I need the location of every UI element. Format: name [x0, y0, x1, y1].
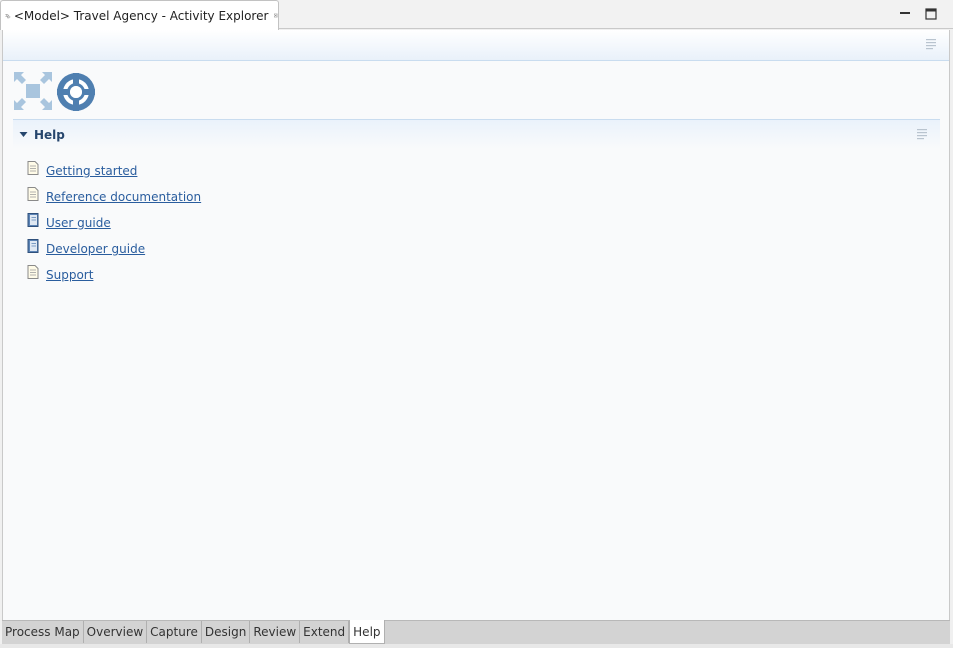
document-icon [27, 161, 39, 175]
activity-explorer-icon [5, 13, 11, 18]
section-menu-icon[interactable] [916, 128, 928, 140]
editor-content: Help Getting started Reference documenta… [2, 30, 950, 620]
tab-review[interactable]: Review [250, 621, 301, 643]
tab-process-map[interactable]: Process Map [2, 621, 84, 643]
activity-explorer-window: <Model> Travel Agency - Activity Explore… [0, 0, 953, 648]
window-bottom-edge [0, 644, 953, 648]
user-guide-link[interactable]: User guide [46, 216, 111, 230]
form-header-bar [3, 30, 949, 61]
reference-documentation-link[interactable]: Reference documentation [46, 190, 201, 204]
editor-tab[interactable]: <Model> Travel Agency - Activity Explore… [0, 0, 279, 30]
list-item: Reference documentation [27, 184, 940, 210]
view-menu-icon[interactable] [925, 38, 937, 50]
logo-row [13, 71, 97, 113]
support-link[interactable]: Support [46, 268, 93, 282]
list-item: Getting started [27, 158, 940, 184]
editor-tab-title: <Model> Travel Agency - Activity Explore… [13, 8, 269, 23]
close-icon[interactable] [274, 10, 278, 21]
book-icon [27, 239, 39, 253]
tab-overview[interactable]: Overview [84, 621, 148, 643]
list-item: Support [27, 262, 940, 288]
minimize-icon[interactable] [898, 7, 912, 21]
collapse-triangle-icon[interactable] [19, 130, 28, 139]
maximize-icon[interactable] [924, 7, 938, 21]
list-item: Developer guide [27, 236, 940, 262]
help-section: Help Getting started Reference documenta… [13, 119, 940, 288]
expand-arrows-icon [14, 72, 52, 110]
list-item: User guide [27, 210, 940, 236]
help-section-title: Help [34, 127, 65, 142]
editor-tab-strip: <Model> Travel Agency - Activity Explore… [0, 0, 953, 30]
lifebuoy-icon [57, 73, 95, 111]
document-icon [27, 265, 39, 279]
help-section-header[interactable]: Help [13, 119, 940, 149]
tab-extend[interactable]: Extend [300, 621, 350, 643]
document-icon [27, 187, 39, 201]
tab-design[interactable]: Design [202, 621, 251, 643]
page-tab-bar: Process Map Overview Capture Design Revi… [2, 620, 950, 644]
help-link-list: Getting started Reference documentation [13, 158, 940, 288]
book-icon [27, 213, 39, 227]
developer-guide-link[interactable]: Developer guide [46, 242, 145, 256]
tab-help[interactable]: Help [349, 620, 385, 644]
tab-capture[interactable]: Capture [147, 621, 202, 643]
getting-started-link[interactable]: Getting started [46, 164, 137, 178]
